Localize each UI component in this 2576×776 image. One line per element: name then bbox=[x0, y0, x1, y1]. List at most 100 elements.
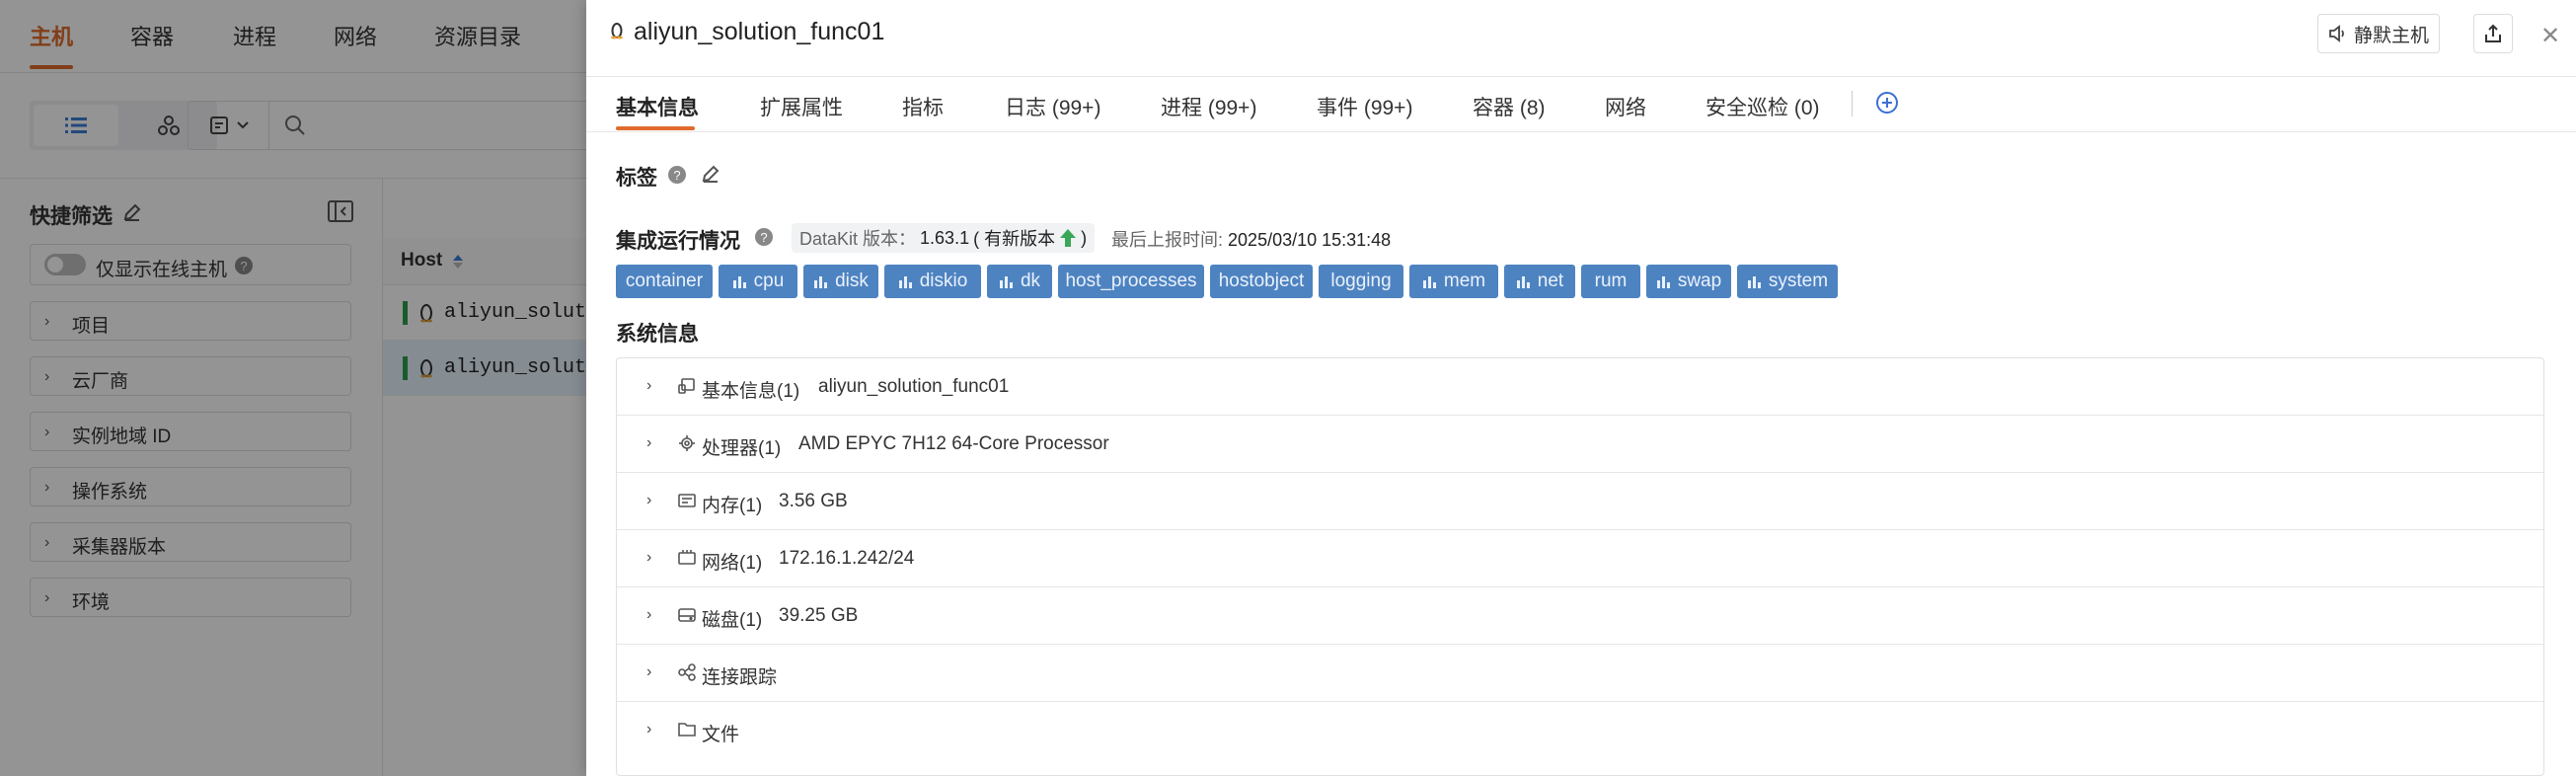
tags-label: 标签 bbox=[616, 167, 657, 190]
tab-processes[interactable]: 进程 (99+) bbox=[1161, 92, 1256, 121]
chevron-right-icon[interactable]: › bbox=[646, 663, 651, 681]
integration-chip[interactable]: net bbox=[1504, 265, 1575, 298]
tab-containers[interactable]: 容器 (8) bbox=[1473, 92, 1546, 121]
sys-row-label: 内存(1) bbox=[702, 496, 763, 516]
tab-logs[interactable]: 日志 (99+) bbox=[1005, 92, 1100, 121]
sys-row-value: 3.56 GB bbox=[779, 491, 848, 511]
sys-row-label: 文件 bbox=[702, 725, 740, 745]
integration-chip[interactable]: hostobject bbox=[1210, 265, 1313, 298]
share-icon bbox=[2485, 24, 2501, 42]
mute-host-label: 静默主机 bbox=[2353, 25, 2429, 46]
tab-security-check[interactable]: 安全巡检 (0) bbox=[1705, 92, 1820, 121]
sys-row-connection[interactable]: › 连接跟踪 bbox=[617, 645, 2543, 702]
bar-chart-icon bbox=[999, 276, 1013, 288]
integration-label: 集成运行情况 bbox=[616, 230, 740, 253]
memory-icon bbox=[678, 494, 696, 507]
integration-chip-label: container bbox=[625, 271, 704, 291]
sys-row-value: 172.16.1.242/24 bbox=[779, 548, 915, 569]
close-icon[interactable]: ✕ bbox=[2540, 22, 2560, 50]
sys-row-memory[interactable]: › 内存(1) 3.56 GB bbox=[617, 473, 2543, 530]
integration-chip-label: diskio bbox=[919, 271, 968, 291]
host-icon bbox=[678, 378, 695, 394]
datakit-version-value: 1.63.1 bbox=[920, 227, 970, 248]
sys-row-value: 39.25 GB bbox=[779, 605, 859, 626]
upgrade-arrow-icon[interactable] bbox=[1059, 228, 1077, 248]
datakit-version-badge: DataKit 版本： 1.63.1 ( 有新版本 ) bbox=[792, 223, 1096, 253]
tab-network[interactable]: 网络 bbox=[1605, 92, 1646, 121]
disk-icon bbox=[678, 608, 696, 622]
chevron-right-icon[interactable]: › bbox=[646, 377, 651, 395]
integration-chip[interactable]: diskio bbox=[884, 265, 981, 298]
mute-host-button[interactable]: 静默主机 bbox=[2317, 14, 2440, 53]
system-info-label: 系统信息 bbox=[616, 323, 699, 346]
integration-chip[interactable]: rum bbox=[1581, 265, 1640, 298]
sys-row-cpu[interactable]: › 处理器(1) AMD EPYC 7H12 64-Core Processor bbox=[617, 416, 2543, 473]
integration-chip[interactable]: swap bbox=[1646, 265, 1731, 298]
sys-row-label: 网络(1) bbox=[702, 553, 763, 574]
bar-chart-icon bbox=[898, 276, 912, 288]
drawer-header: aliyun_solution_func01 静默主机 ✕ bbox=[586, 0, 2576, 77]
chevron-right-icon[interactable]: › bbox=[646, 434, 651, 452]
integration-chip-label: system bbox=[1768, 271, 1829, 291]
sys-row-disk[interactable]: › 磁盘(1) 39.25 GB bbox=[617, 587, 2543, 645]
integration-chip-label: logging bbox=[1330, 271, 1392, 291]
sys-row-label: 处理器(1) bbox=[702, 438, 782, 459]
new-version-label: ( 有新版本 bbox=[973, 229, 1056, 249]
bar-chart-icon bbox=[732, 276, 746, 288]
chevron-right-icon[interactable]: › bbox=[646, 721, 651, 738]
datakit-version-label: DataKit 版本： bbox=[799, 229, 917, 249]
sys-row-files[interactable]: › 文件 bbox=[617, 702, 2543, 759]
new-version-close: ) bbox=[1081, 227, 1088, 248]
connection-icon bbox=[678, 663, 696, 681]
network-icon bbox=[678, 550, 696, 565]
sys-row-value: aliyun_solution_func01 bbox=[818, 376, 1010, 397]
chevron-right-icon[interactable]: › bbox=[646, 492, 651, 509]
help-icon[interactable]: ? bbox=[754, 227, 774, 247]
integration-chip-label: hostobject bbox=[1218, 271, 1305, 291]
bar-chart-icon bbox=[1422, 276, 1436, 288]
sys-row-label: 基本信息(1) bbox=[702, 381, 800, 402]
bar-chart-icon bbox=[1656, 276, 1670, 288]
cpu-icon bbox=[679, 435, 695, 451]
drawer-tabs: 基本信息 扩展属性 指标 日志 (99+) 进程 (99+) 事件 (99+) … bbox=[586, 77, 2576, 132]
add-tab-icon[interactable] bbox=[1875, 91, 1899, 115]
integration-chip[interactable]: dk bbox=[987, 265, 1052, 298]
svg-text:?: ? bbox=[760, 230, 767, 245]
chevron-right-icon[interactable]: › bbox=[646, 606, 651, 624]
bar-chart-icon bbox=[1516, 276, 1530, 288]
drawer-title: aliyun_solution_func01 bbox=[634, 18, 885, 45]
integration-chip-label: cpu bbox=[753, 271, 785, 291]
sys-row-network[interactable]: › 网络(1) 172.16.1.242/24 bbox=[617, 530, 2543, 587]
last-report-value: 2025/03/10 15:31:48 bbox=[1228, 230, 1392, 250]
integration-chip-label: disk bbox=[835, 271, 869, 291]
integration-chip-label: rum bbox=[1594, 271, 1628, 291]
integration-chip-label: swap bbox=[1677, 271, 1722, 291]
integration-chip[interactable]: container bbox=[616, 265, 713, 298]
chevron-right-icon[interactable]: › bbox=[646, 549, 651, 567]
tab-basic-info[interactable]: 基本信息 bbox=[616, 92, 699, 121]
integration-chip[interactable]: system bbox=[1737, 265, 1838, 298]
edit-icon[interactable] bbox=[701, 164, 720, 184]
system-info-list: › 基本信息(1) aliyun_solution_func01 › 处理器(1… bbox=[616, 357, 2544, 776]
bar-chart-icon bbox=[1747, 276, 1761, 288]
folder-icon bbox=[678, 723, 696, 737]
tab-extended-attributes[interactable]: 扩展属性 bbox=[760, 92, 843, 121]
last-report: 最后上报时间: 2025/03/10 15:31:48 bbox=[1111, 226, 1391, 252]
share-button[interactable] bbox=[2473, 14, 2513, 53]
speaker-mute-icon bbox=[2329, 25, 2344, 42]
host-detail-drawer: aliyun_solution_func01 静默主机 ✕ 基本信息 扩展属性 … bbox=[586, 0, 2576, 776]
integration-chip[interactable]: mem bbox=[1409, 265, 1498, 298]
help-icon[interactable]: ? bbox=[667, 165, 687, 185]
tab-metrics[interactable]: 指标 bbox=[902, 92, 944, 121]
integration-chip[interactable]: logging bbox=[1319, 265, 1403, 298]
integration-chip-label: net bbox=[1537, 271, 1564, 291]
last-report-label: 最后上报时间: bbox=[1111, 230, 1224, 250]
sys-row-value: AMD EPYC 7H12 64-Core Processor bbox=[798, 433, 1109, 454]
integration-chip[interactable]: cpu bbox=[719, 265, 797, 298]
sys-row-basic[interactable]: › 基本信息(1) aliyun_solution_func01 bbox=[617, 358, 2543, 416]
integration-chip[interactable]: disk bbox=[803, 265, 878, 298]
linux-icon bbox=[611, 23, 623, 39]
integration-chip[interactable]: host_processes bbox=[1058, 265, 1204, 298]
svg-text:?: ? bbox=[673, 168, 680, 183]
tab-events[interactable]: 事件 (99+) bbox=[1317, 92, 1412, 121]
